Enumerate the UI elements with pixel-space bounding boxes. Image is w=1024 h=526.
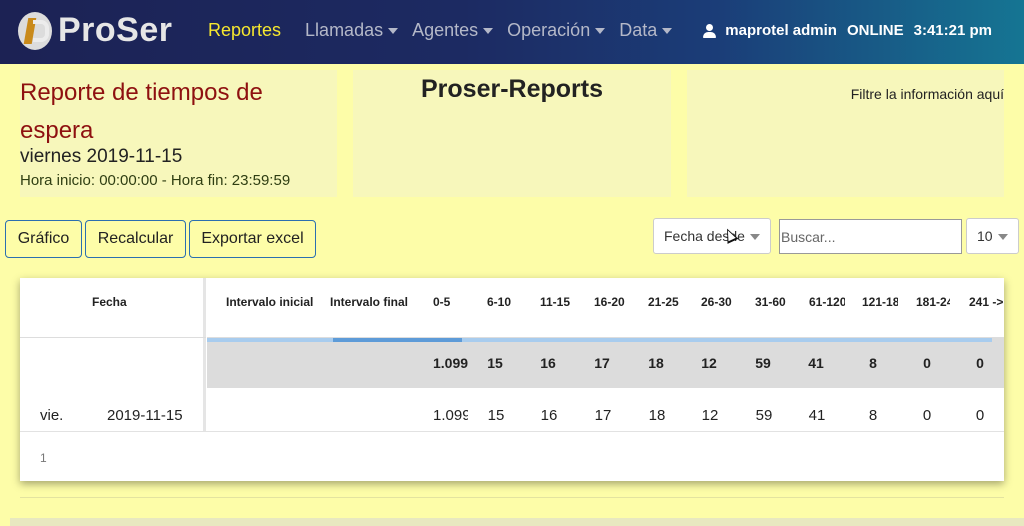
summary-cell: 0 bbox=[976, 355, 984, 371]
row-date: 2019-11-15 bbox=[107, 407, 183, 424]
caret-down-icon bbox=[595, 27, 606, 34]
column-header[interactable]: 21-25 bbox=[648, 295, 684, 309]
report-info-panel: Reporte de tiempos de espera viernes 201… bbox=[20, 70, 337, 197]
fixed-date-column: Fecha vie. 2019-11-15 bbox=[20, 278, 206, 431]
report-table: Fecha vie. 2019-11-15 Intervalo inicial … bbox=[20, 278, 1004, 481]
bottom-panel-edge bbox=[10, 518, 1024, 526]
column-header[interactable]: Intervalo final bbox=[330, 295, 410, 309]
search-input[interactable] bbox=[779, 219, 962, 254]
page-size-select[interactable]: 10 bbox=[966, 218, 1019, 254]
table-cell: 17 bbox=[594, 407, 612, 424]
column-header-fecha[interactable]: Fecha bbox=[92, 295, 127, 309]
nav-item-llamadas[interactable]: Llamadas bbox=[305, 20, 399, 41]
caret-down-icon bbox=[388, 27, 399, 34]
nav-item-reportes[interactable]: Reportes bbox=[208, 20, 281, 41]
table-cell: 0 bbox=[922, 407, 932, 424]
column-header[interactable]: Intervalo inicial bbox=[226, 295, 320, 309]
caret-down-icon bbox=[998, 234, 1008, 240]
user-icon bbox=[703, 23, 717, 38]
chart-button[interactable]: Gráfico bbox=[5, 220, 82, 258]
table-cell: 1.099 bbox=[433, 407, 468, 424]
page-title: Proser-Reports bbox=[421, 75, 603, 103]
page-size-value: 10 bbox=[977, 228, 993, 244]
table-cell: 18 bbox=[648, 407, 666, 424]
summary-cell: 1.099 bbox=[433, 355, 468, 371]
table-cell: 8 bbox=[868, 407, 878, 424]
column-header[interactable]: 61-120 bbox=[809, 295, 845, 309]
table-cell: 15 bbox=[487, 407, 505, 424]
table-cell: 41 bbox=[808, 407, 826, 424]
recalculate-button[interactable]: Recalcular bbox=[85, 220, 186, 258]
column-header[interactable]: 241 -> bbox=[969, 295, 1004, 309]
summary-cell: 8 bbox=[869, 355, 877, 371]
report-hours: Hora inicio: 00:00:00 - Hora fin: 23:59:… bbox=[20, 172, 291, 189]
divider bbox=[20, 431, 1004, 432]
table-cell: 16 bbox=[540, 407, 558, 424]
column-header[interactable]: 16-20 bbox=[594, 295, 630, 309]
nav-item-label: Data bbox=[619, 20, 658, 40]
summary-cell: 16 bbox=[540, 355, 556, 371]
nav-item-label: Reportes bbox=[208, 20, 282, 40]
column-header[interactable]: 26-30 bbox=[701, 295, 737, 309]
caret-down-icon bbox=[483, 27, 494, 34]
summary-cell: 41 bbox=[808, 355, 824, 371]
export-excel-button[interactable]: Exportar excel bbox=[189, 220, 316, 258]
summary-cell: 15 bbox=[487, 355, 503, 371]
caret-down-icon bbox=[750, 234, 760, 240]
nav-item-data[interactable]: Data bbox=[619, 20, 673, 41]
nav-item-agentes[interactable]: Agentes bbox=[412, 20, 494, 41]
status-badge: ONLINE bbox=[846, 22, 904, 39]
report-date: viernes 2019-11-15 bbox=[20, 146, 183, 167]
summary-cell: 59 bbox=[755, 355, 771, 371]
table-cell: 0 bbox=[975, 407, 985, 424]
filter-hint: Filtre la información aquí bbox=[850, 86, 1004, 102]
row-day: vie. bbox=[40, 407, 64, 424]
filter-panel: Filtre la información aquí bbox=[687, 70, 1004, 197]
nav-menu: Reportes Llamadas Agentes Operación Data bbox=[208, 20, 686, 41]
summary-cell: 18 bbox=[648, 355, 664, 371]
top-navbar: ProSer Reportes Llamadas Agentes Operaci… bbox=[0, 0, 1024, 64]
nav-item-operacion[interactable]: Operación bbox=[507, 20, 606, 41]
user-name[interactable]: maprotel admin bbox=[725, 22, 837, 39]
column-header[interactable]: 0-5 bbox=[433, 295, 463, 309]
nav-item-label: Agentes bbox=[412, 20, 479, 40]
column-header[interactable]: 121-180 bbox=[862, 295, 898, 309]
brand-panel: Proser-Reports bbox=[353, 70, 671, 197]
clock: 3:41:21 pm bbox=[913, 22, 992, 39]
report-title: Reporte de tiempos de espera bbox=[20, 79, 263, 144]
divider bbox=[20, 497, 1004, 498]
table-cell: 12 bbox=[701, 407, 719, 424]
caret-down-icon bbox=[662, 27, 673, 34]
summary-cell: 12 bbox=[701, 355, 717, 371]
summary-cell: 0 bbox=[923, 355, 931, 371]
date-column-select[interactable]: Fecha desde bbox=[653, 218, 771, 254]
user-area: maprotel admin ONLINE 3:41:21 pm bbox=[703, 22, 992, 39]
column-header[interactable]: 6-10 bbox=[487, 295, 517, 309]
column-header[interactable]: 11-15 bbox=[540, 295, 576, 309]
nav-item-label: Llamadas bbox=[305, 20, 384, 40]
nav-item-label: Operación bbox=[507, 20, 591, 40]
proser-logo-icon bbox=[18, 11, 52, 50]
logo[interactable]: ProSer bbox=[18, 11, 173, 50]
pagination-page[interactable]: 1 bbox=[40, 451, 47, 465]
table-cell: 59 bbox=[755, 407, 773, 424]
column-header[interactable]: 181-240 bbox=[916, 295, 950, 309]
summary-cell: 17 bbox=[594, 355, 610, 371]
column-header[interactable]: 31-60 bbox=[755, 295, 791, 309]
logo-text: ProSer bbox=[58, 11, 173, 49]
